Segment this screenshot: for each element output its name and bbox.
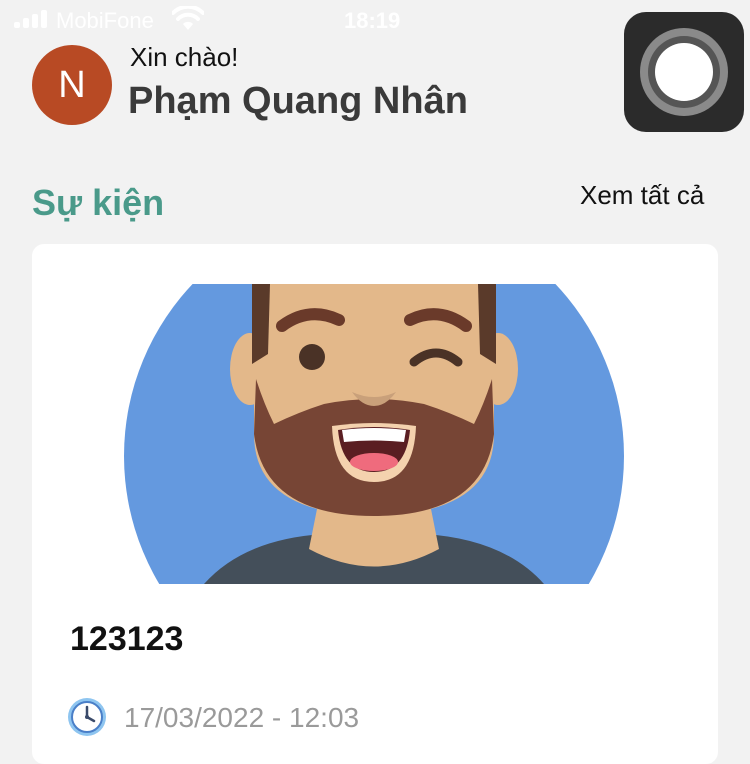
event-title: 123123 <box>70 620 184 658</box>
user-name: Phạm Quang Nhân <box>128 80 468 122</box>
status-time: 18:19 <box>344 8 401 33</box>
wifi-icon <box>172 6 204 30</box>
avatar[interactable]: N <box>32 45 112 125</box>
signal-icon <box>14 10 47 28</box>
see-all-link[interactable]: Xem tất cả <box>580 180 704 211</box>
assistive-touch-button[interactable] <box>624 12 744 132</box>
event-image <box>124 284 624 584</box>
avatar-initial: N <box>58 64 86 106</box>
event-datetime: 17/03/2022 - 12:03 <box>124 702 360 733</box>
carrier-name: MobiFone <box>56 8 154 33</box>
section-title-events: Sự kiện <box>32 182 165 223</box>
clock-icon <box>68 698 106 736</box>
event-card[interactable]: 123123 17/03/2022 - 12:03 <box>32 244 718 764</box>
greeting-text: Xin chào! <box>130 42 239 72</box>
